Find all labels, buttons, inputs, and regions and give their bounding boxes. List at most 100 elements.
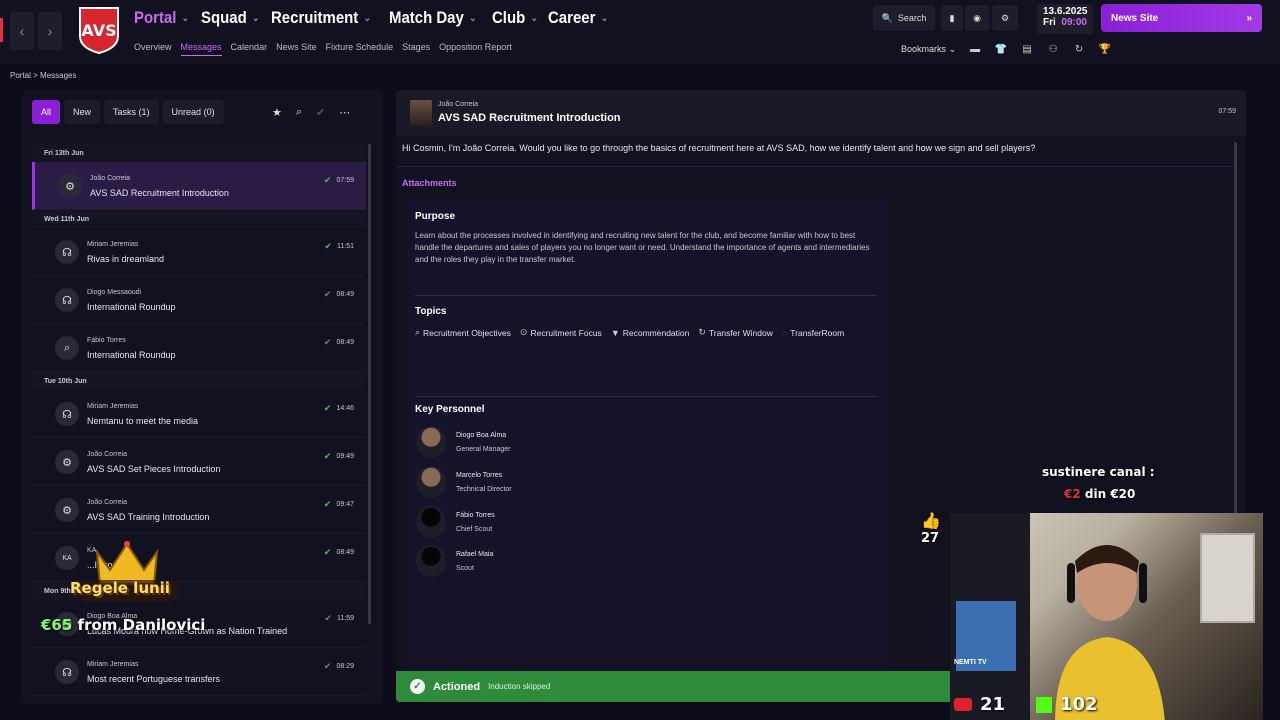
bookmarks-dropdown[interactable]: Bookmarks ⌄ xyxy=(901,44,956,55)
message-sender: Diogo Messaoudi xyxy=(87,289,142,296)
message-subject: AVS SAD Recruitment Introduction xyxy=(438,112,621,124)
message-subject: International Roundup xyxy=(87,302,176,312)
message-meta: ✔ 14:46 xyxy=(324,403,354,414)
nav-squad[interactable]: Squad ⌄ xyxy=(201,8,259,28)
scout-icon: ⌕ xyxy=(55,336,79,360)
subnav-calendar[interactable]: Calendar xyxy=(231,42,268,56)
subnav-overview[interactable]: Overview xyxy=(134,42,172,56)
topic-recruitment-objectives[interactable]: ⌕ Recruitment Objectives xyxy=(415,327,511,338)
trophy-icon[interactable]: 🏆 xyxy=(1098,42,1112,56)
subnav-opposition-report[interactable]: Opposition Report xyxy=(439,42,512,56)
people-icon[interactable]: ⚇ xyxy=(1046,42,1060,56)
breadcrumb-portal[interactable]: Portal xyxy=(10,71,31,80)
person-name: Diogo Boa Alma xyxy=(456,432,507,439)
bookmark-button[interactable]: ▮ xyxy=(941,5,963,31)
read-check-icon: ✔ xyxy=(324,241,332,251)
chevron-down-icon: ⌄ xyxy=(530,12,538,24)
nav-recruitment-label: Recruitment xyxy=(270,8,359,27)
message-subject: AVS SAD Set Pieces Introduction xyxy=(87,464,221,474)
message-subject: Rivas in dreamland xyxy=(87,254,165,264)
club-crest-logo[interactable]: AVS xyxy=(78,6,120,54)
read-check-icon: ✔ xyxy=(323,289,332,299)
subnav-news-site[interactable]: News Site xyxy=(276,42,317,56)
subnav-fixture-schedule[interactable]: Fixture Schedule xyxy=(326,42,394,56)
message-list-item[interactable]: ⌕ Fábio Torres International Roundup ✔ 08:49 xyxy=(32,324,366,372)
message-list-item[interactable]: ⚙ João Correia AVS SAD Set Pieces Introduc… xyxy=(32,438,366,486)
read-check-icon: ✔ xyxy=(323,175,332,185)
message-meta: ✔ 11:51 xyxy=(324,241,354,252)
magnifier-icon: ⌕ xyxy=(415,327,421,337)
topics-list: ⌕ Recruitment Objectives ⊙ Recruitment Foc… xyxy=(415,327,844,338)
more-options-icon[interactable]: ⋯ xyxy=(339,106,350,119)
message-sender[interactable]: João Correia xyxy=(438,101,478,108)
search-label: Search xyxy=(897,13,927,23)
date-group-header: Fri 13th Jun xyxy=(32,144,366,162)
message-list-item[interactable]: ☊ Miriam Jeremias Nemtanu to meet the medi… xyxy=(32,390,366,438)
filter-unread[interactable]: Unread (0) xyxy=(162,100,224,124)
message-list-item[interactable]: ☊ Miriam Jeremias Rivas in dreamland ✔ 11:51 xyxy=(32,228,366,276)
nav-portal[interactable]: Portal ⌄ xyxy=(134,8,189,28)
divider xyxy=(396,166,1236,167)
top-donor: €65 from Danilovici xyxy=(41,616,205,634)
filter-tasks[interactable]: Tasks (1) xyxy=(104,100,159,124)
message-list-item[interactable]: ☊ Miriam Jeremias Most recent Portuguese t… xyxy=(32,648,366,696)
media-icon: ☊ xyxy=(55,288,79,312)
topics-title: Topics xyxy=(415,306,447,317)
clipboard-icon[interactable]: ▤ xyxy=(1020,42,1034,56)
read-check-icon: ✔ xyxy=(323,547,332,557)
transferroom-logo-icon: ◌ xyxy=(781,327,788,338)
breadcrumb-separator: > xyxy=(33,71,38,80)
filter-new[interactable]: New xyxy=(64,100,101,124)
shirt-icon[interactable]: 👕 xyxy=(994,42,1008,56)
message-meta: ✔ 08:49 xyxy=(324,289,354,300)
message-time: 07:59 xyxy=(336,177,354,184)
chat-icon[interactable]: ▬ xyxy=(968,42,982,56)
message-list-item[interactable]: ☊ Diogo Messaoudi International Roundup ✔ 08… xyxy=(32,276,366,324)
subnav-messages[interactable]: Messages xyxy=(180,42,222,56)
nav-club-label: Club xyxy=(491,8,526,27)
globe-button[interactable]: ◉ xyxy=(965,5,989,31)
news-site-button[interactable]: News Site » xyxy=(1101,4,1262,32)
nav-club[interactable]: Club ⌄ xyxy=(492,8,538,28)
game-date: 13.6.2025 xyxy=(1043,6,1088,17)
read-check-icon: ✔ xyxy=(323,403,332,413)
bookmark-icon: ▮ xyxy=(949,12,955,23)
message-list-item[interactable]: ⚙ João Correia AVS SAD Recruitment Introdu… xyxy=(32,162,366,210)
topic-recommendation[interactable]: ▼ Recommendation xyxy=(611,327,690,338)
inbox-scrollbar[interactable] xyxy=(368,144,371,624)
message-subject: AVS SAD Training Introduction xyxy=(87,512,210,522)
nav-portal-label: Portal xyxy=(134,8,177,27)
game-date-continue[interactable]: 13.6.2025 Fri 09:00 xyxy=(1037,4,1093,34)
inbox-filters: All New Tasks (1) Unread (0) xyxy=(32,100,224,124)
filter-all[interactable]: All xyxy=(32,100,61,124)
message-sender: Miriam Jeremias xyxy=(87,403,139,410)
media-icon: ☊ xyxy=(55,240,79,264)
read-check-icon: ✔ xyxy=(324,613,332,623)
back-arrow-icon[interactable]: ‹ xyxy=(10,12,34,50)
key-personnel-title: Key Personnel xyxy=(415,404,485,415)
divider xyxy=(415,295,877,296)
message-sender: João Correia xyxy=(87,499,128,506)
nav-recruitment[interactable]: Recruitment ⌄ xyxy=(271,8,371,28)
search-icon[interactable]: ⌕ xyxy=(296,106,302,119)
topic-transferroom[interactable]: ◌ TransferRoom xyxy=(782,327,844,338)
nav-match-day[interactable]: Match Day ⌄ xyxy=(389,8,476,28)
refresh-icon[interactable]: ↻ xyxy=(1072,42,1086,56)
person-silhouette xyxy=(416,506,446,538)
subnav-stages[interactable]: Stages xyxy=(402,42,430,56)
sender-avatar[interactable] xyxy=(410,100,432,126)
nav-career[interactable]: Career ⌄ xyxy=(548,8,608,28)
chevron-down-icon: ⌄ xyxy=(251,12,259,24)
forward-arrow-icon[interactable]: › xyxy=(38,12,62,50)
star-icon[interactable]: ★ xyxy=(272,106,282,119)
topic-transfer-window[interactable]: ↻ Transfer Window xyxy=(698,327,772,338)
globe-icon: ◉ xyxy=(973,12,981,23)
donation-current: €2 xyxy=(1064,487,1081,501)
donor-amount: €65 xyxy=(41,616,73,634)
message-time: 11:59 xyxy=(337,615,354,622)
topic-recruitment-focus[interactable]: ⊙ Recruitment Focus xyxy=(520,327,602,338)
search-button[interactable]: 🔍 Search xyxy=(873,5,935,31)
settings-button[interactable]: ⚙ xyxy=(992,5,1018,31)
message-list-item[interactable]: ⚙ João Correia AVS SAD Training Introducti… xyxy=(32,486,366,534)
mark-read-icon[interactable]: ✔ xyxy=(316,106,325,119)
